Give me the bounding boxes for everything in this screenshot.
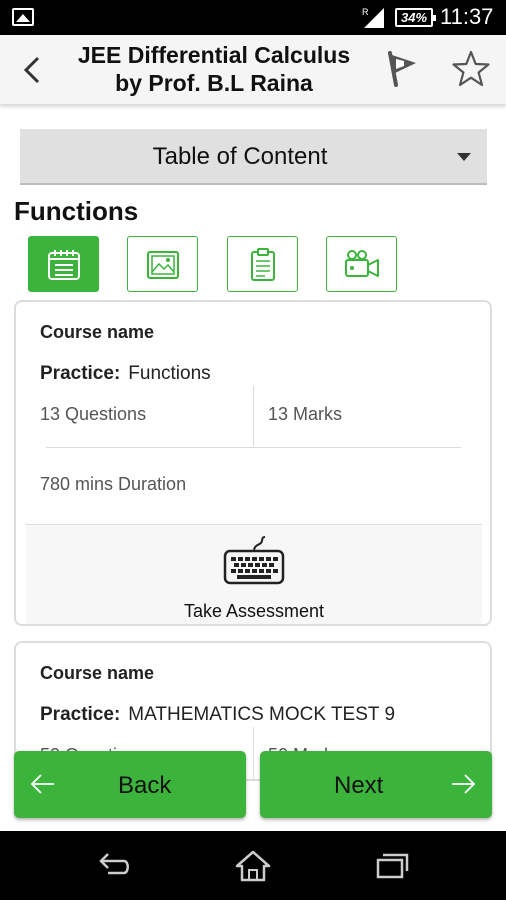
gallery-icon xyxy=(12,8,34,26)
battery-indicator: 34% xyxy=(395,8,436,27)
system-nav-bar xyxy=(0,831,506,900)
back-arrow-icon[interactable] xyxy=(18,53,48,87)
tab-images[interactable] xyxy=(127,236,198,292)
recent-apps-icon[interactable] xyxy=(374,849,410,881)
back-button-label: Back xyxy=(118,772,172,799)
divider-horizontal xyxy=(46,447,461,448)
course-name-label: Course name xyxy=(40,663,155,683)
back-nav-icon[interactable] xyxy=(96,849,132,881)
image-icon xyxy=(147,251,179,279)
keyboard-icon xyxy=(223,536,285,585)
take-assessment-label: Take Assessment xyxy=(183,601,325,621)
marks-count: 13 Marks xyxy=(268,404,343,424)
duration-text: 780 mins Duration xyxy=(40,474,187,494)
next-button-label: Next xyxy=(334,772,384,799)
star-icon[interactable] xyxy=(451,49,491,89)
page-title: JEE Differential Calculus by Prof. B.L R… xyxy=(64,41,364,97)
status-bar: R 34% 11:37 xyxy=(0,0,506,35)
practice-value: MATHEMATICS MOCK TEST 9 xyxy=(128,704,396,725)
assessment-card: Course name Practice: Functions 13 Questi… xyxy=(14,300,492,626)
tab-assignments[interactable] xyxy=(227,236,298,292)
signal-icon: R xyxy=(362,7,384,28)
home-icon[interactable] xyxy=(234,849,272,883)
course-name-label: Course name xyxy=(40,322,155,342)
status-time: 11:37 xyxy=(440,4,494,29)
tab-notes[interactable] xyxy=(28,236,99,292)
arrow-left-icon xyxy=(30,774,54,794)
questions-count: 13 Questions xyxy=(40,404,147,424)
dropdown-label: Table of Content xyxy=(152,143,328,170)
video-camera-icon xyxy=(345,250,379,277)
take-assessment-button[interactable]: Take Assessment xyxy=(26,524,482,624)
flag-icon[interactable] xyxy=(382,49,422,89)
arrow-right-icon xyxy=(452,774,476,794)
svg-text:R: R xyxy=(362,7,369,17)
practice-label: Practice: xyxy=(40,363,121,384)
tab-videos[interactable] xyxy=(326,236,397,292)
practice-value: Functions xyxy=(128,363,211,384)
divider-vertical xyxy=(253,386,254,446)
title-line-1: JEE Differential Calculus xyxy=(77,42,351,68)
practice-row: Practice: MATHEMATICS MOCK TEST 9 xyxy=(40,704,395,726)
navigation-actions: Back Next xyxy=(0,749,506,831)
next-button[interactable]: Next xyxy=(260,751,492,818)
section-title: Functions xyxy=(14,196,139,226)
app-header: JEE Differential Calculus by Prof. B.L R… xyxy=(0,35,506,105)
practice-row: Practice: Functions xyxy=(40,363,211,385)
practice-label: Practice: xyxy=(40,704,121,725)
notepad-icon xyxy=(48,250,80,280)
chevron-down-icon xyxy=(457,153,471,161)
battery-percent: 34% xyxy=(400,10,428,25)
clipboard-icon xyxy=(251,248,275,281)
table-of-content-dropdown[interactable]: Table of Content xyxy=(20,129,487,185)
title-line-2: by Prof. B.L Raina xyxy=(115,70,313,96)
back-button[interactable]: Back xyxy=(14,751,246,818)
